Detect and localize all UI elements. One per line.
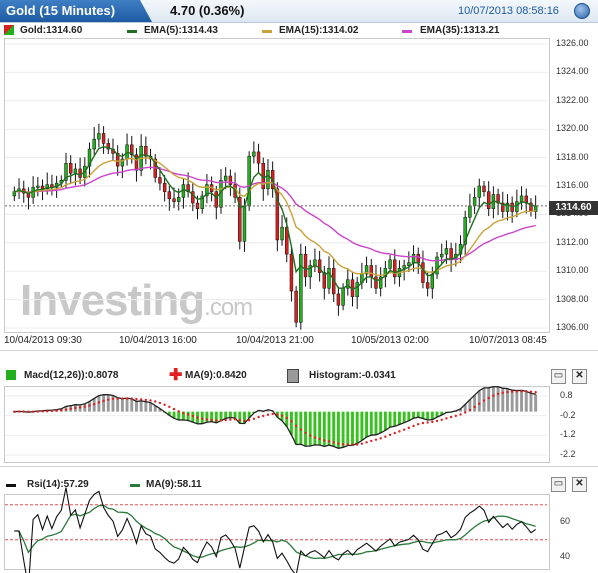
rsi-y-tick: 40 [560,551,571,562]
rsi-line [14,487,537,573]
rsi-chart[interactable] [0,0,598,573]
rsi-y-tick: 60 [560,516,571,527]
